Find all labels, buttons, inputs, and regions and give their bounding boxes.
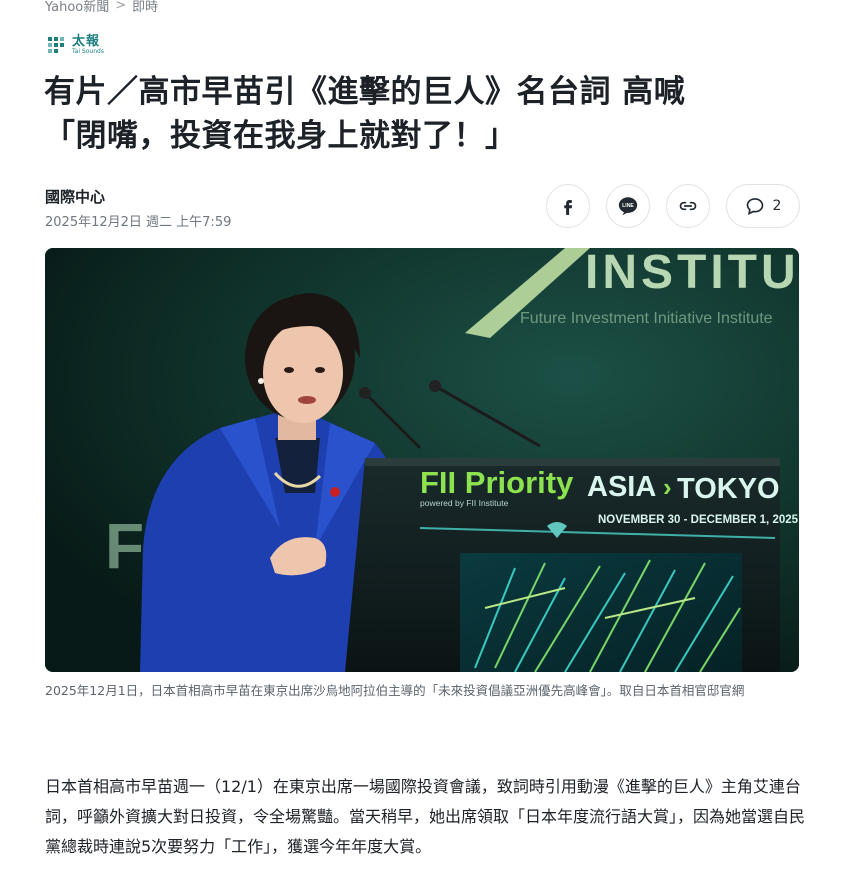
source-logo[interactable]: 太報 Tai Sounds — [46, 34, 104, 56]
article-page: Yahoo新聞 > 即時 太報 Tai Sounds 有片／高市早苗引《進擊的巨… — [0, 0, 848, 881]
link-icon — [679, 201, 697, 211]
hero-photo: INSTITUTE Future Investment Initiative I… — [45, 248, 799, 672]
article-headline: 有片／高市早苗引《進擊的巨人》名台詞 高喊 「閉嘴，投資在我身上就對了！」 — [44, 70, 804, 158]
podium-title-tokyo: TOKYO — [677, 473, 780, 505]
taibao-logo-icon — [48, 37, 64, 53]
share-bar: LINE 2 — [546, 184, 800, 228]
image-caption: 2025年12月1日，日本首相高市早苗在東京出席沙烏地阿拉伯主導的「未來投資倡議… — [45, 683, 745, 698]
author-name[interactable]: 國際中心 — [45, 186, 105, 207]
breadcrumb-separator: > — [115, 0, 127, 13]
breadcrumb-site-link[interactable]: Yahoo新聞 — [45, 0, 109, 15]
backdrop-institute-text: INSTITUTE — [585, 248, 799, 299]
source-name-en: Tai Sounds — [72, 48, 104, 55]
share-line-button[interactable]: LINE — [606, 184, 650, 228]
headline-line-1: 有片／高市早苗引《進擊的巨人》名台詞 高喊 — [44, 74, 686, 110]
comment-icon — [746, 198, 763, 215]
podium-arrow: › — [663, 472, 672, 502]
backdrop-subtext: Future Investment Initiative Institute — [520, 310, 773, 327]
comment-count: 2 — [772, 198, 782, 214]
podium-title-asia: ASIA — [587, 471, 656, 503]
line-icon-label: LINE — [622, 203, 634, 209]
podium-title-green: FII Priority — [420, 465, 574, 500]
copy-link-button[interactable] — [666, 184, 710, 228]
article-body: 日本首相高市早苗週一（12/1）在東京出席一場國際投資會議，致詞時引用動漫《進擊… — [45, 772, 805, 862]
facebook-icon — [564, 200, 573, 215]
podium-dates: NOVEMBER 30 - DECEMBER 1, 2025 — [598, 514, 799, 526]
comments-button[interactable]: 2 — [726, 184, 800, 228]
breadcrumb: Yahoo新聞 > 即時 — [45, 0, 158, 15]
source-name: 太報 — [72, 34, 101, 49]
breadcrumb-section-link[interactable]: 即時 — [132, 0, 158, 15]
line-icon: LINE — [618, 197, 638, 216]
body-paragraph: 日本首相高市早苗週一（12/1）在東京出席一場國際投資會議，致詞時引用動漫《進擊… — [45, 777, 806, 856]
headline-line-2: 「閉嘴，投資在我身上就對了！」 — [44, 118, 517, 154]
podium-powered-by: powered by FII Institute — [420, 498, 509, 508]
hero-image[interactable]: INSTITUTE Future Investment Initiative I… — [45, 248, 799, 672]
publish-timestamp: 2025年12月2日 週二 上午7:59 — [45, 215, 232, 230]
share-facebook-button[interactable] — [546, 184, 590, 228]
